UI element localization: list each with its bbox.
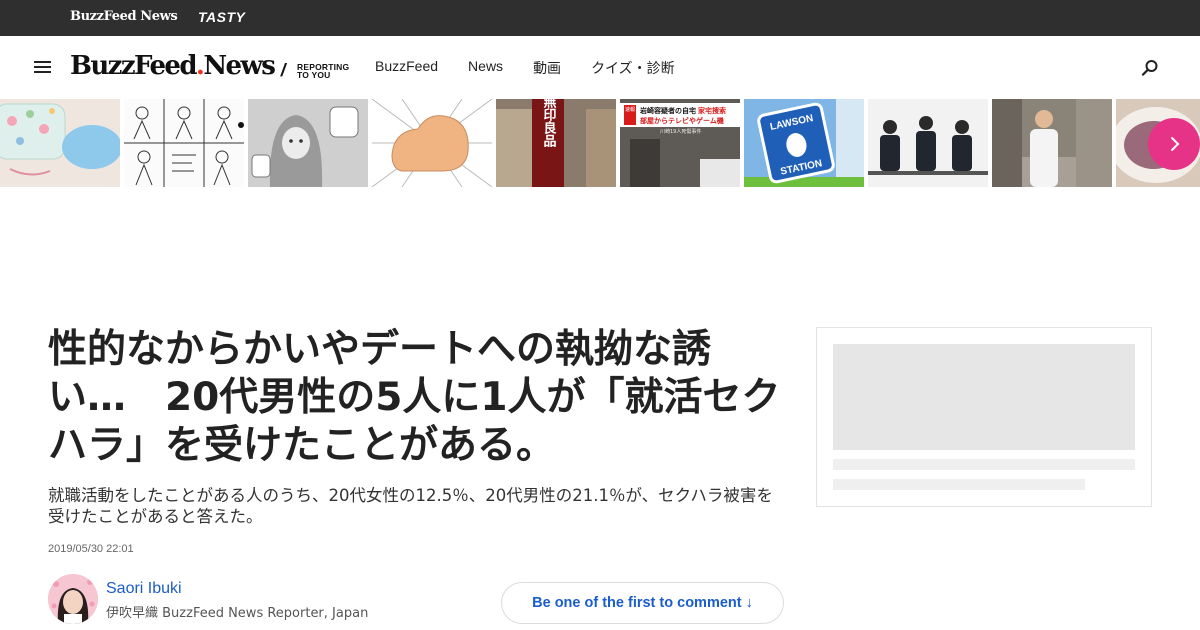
top-brand-bar: BuzzFeed News TASTY <box>0 0 1200 36</box>
store-sign-text: 無印良品 <box>541 99 557 148</box>
carousel-thumb-street[interactable] <box>992 99 1112 187</box>
nav-links: BuzzFeed News 動画 クイズ・診断 <box>375 58 705 78</box>
search-icon[interactable] <box>1141 59 1159 77</box>
buzzfeed-news-brand-link[interactable]: BuzzFeed News <box>70 9 178 24</box>
carousel-thumb-flexed-arm[interactable] <box>372 99 492 187</box>
author-avatar[interactable] <box>48 574 98 624</box>
author-name-link[interactable]: Saori Ibuki <box>106 580 182 598</box>
carousel-thumb-job-seekers[interactable] <box>868 99 988 187</box>
carousel-thumb-news[interactable]: 速報 岩崎容疑者の自宅 家宅捜索 部屋からテレビやゲーム機 川崎19人死傷事件 <box>620 99 740 187</box>
placeholder-line <box>833 459 1135 470</box>
carousel-thumb-pouch[interactable] <box>0 99 120 187</box>
main-nav: BuzzFeed.News / REPORTING TO YOU BuzzFee… <box>0 36 1200 99</box>
nav-link-news[interactable]: News <box>468 58 503 78</box>
nav-link-quiz[interactable]: クイズ・診断 <box>591 58 675 78</box>
carousel-next-button[interactable] <box>1148 118 1200 170</box>
tasty-brand-link[interactable]: TASTY <box>198 9 245 25</box>
placeholder-image <box>833 344 1135 450</box>
carousel-thumb-store[interactable]: 無印良品 <box>496 99 616 187</box>
news-badge-text: 速報 <box>625 107 635 113</box>
logo-buzzfeed-text: BuzzFeed <box>70 51 198 81</box>
article-timestamp: 2019/05/30 22:01 <box>48 543 134 555</box>
news-caption-2: 家宅捜索 <box>698 106 726 115</box>
carousel-thumb-manga[interactable] <box>124 99 244 187</box>
chevron-right-icon <box>1171 137 1180 151</box>
story-carousel: 無印良品 速報 岩崎容疑者の自宅 家宅捜索 部屋からテレビやゲーム機 川崎19人… <box>0 99 1200 187</box>
tagline-line-2: TO YOU <box>297 70 331 80</box>
news-caption-1: 岩崎容疑者の自宅 <box>639 106 696 115</box>
carousel-thumb-lawson[interactable]: LAWSON STATION <box>744 99 864 187</box>
placeholder-line <box>833 479 1085 490</box>
news-caption-4: 川崎19人死傷事件 <box>660 128 701 135</box>
hamburger-menu-icon[interactable] <box>34 61 51 74</box>
sidebar-placeholder-card <box>816 327 1152 507</box>
logo-slash: / <box>279 60 288 80</box>
author-title: 伊吹早織 BuzzFeed News Reporter, Japan <box>106 606 369 621</box>
nav-link-video[interactable]: 動画 <box>533 58 561 78</box>
buzzfeed-news-logo[interactable]: BuzzFeed.News <box>70 51 276 81</box>
article-headline: 性的なからかいやデートへの執拗な誘い… 20代男性の5人に1人が「就活セクハラ」… <box>48 327 781 468</box>
carousel-thumb-ghost[interactable] <box>248 99 368 187</box>
comment-button[interactable]: Be one of the first to comment ↓ <box>501 582 784 624</box>
news-caption-3: 部屋からテレビやゲーム機 <box>640 116 724 125</box>
nav-link-buzzfeed[interactable]: BuzzFeed <box>375 58 438 78</box>
tagline: REPORTING TO YOU <box>297 63 349 80</box>
logo-news-text: News <box>203 51 276 81</box>
article-dek: 就職活動をしたことがある人のうち、20代女性の12.5％、20代男性の21.1％… <box>48 486 773 526</box>
